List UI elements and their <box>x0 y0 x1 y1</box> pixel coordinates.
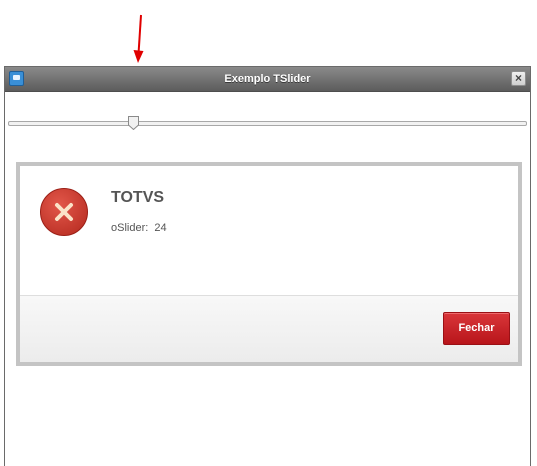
message-dialog: TOTVS oSlider: 24 Fechar <box>16 162 522 366</box>
tslider-window: Exemplo TSlider × TOTVS oSlider: 24 Fech… <box>4 66 531 466</box>
error-icon <box>40 188 88 236</box>
slider[interactable] <box>8 116 527 130</box>
window-titlebar[interactable]: Exemplo TSlider × <box>5 67 530 92</box>
dialog-title: TOTVS <box>111 189 165 206</box>
dialog-message: oSlider: 24 <box>111 222 167 234</box>
dialog-body: TOTVS oSlider: 24 <box>20 166 518 296</box>
dialog-footer: Fechar <box>20 295 518 362</box>
annotation-arrow-icon <box>133 14 144 63</box>
close-icon[interactable]: × <box>511 71 526 86</box>
window-title: Exemplo TSlider <box>224 73 311 85</box>
fechar-button[interactable]: Fechar <box>443 312 510 345</box>
slider-track[interactable] <box>8 121 527 126</box>
slider-thumb[interactable] <box>127 116 139 130</box>
